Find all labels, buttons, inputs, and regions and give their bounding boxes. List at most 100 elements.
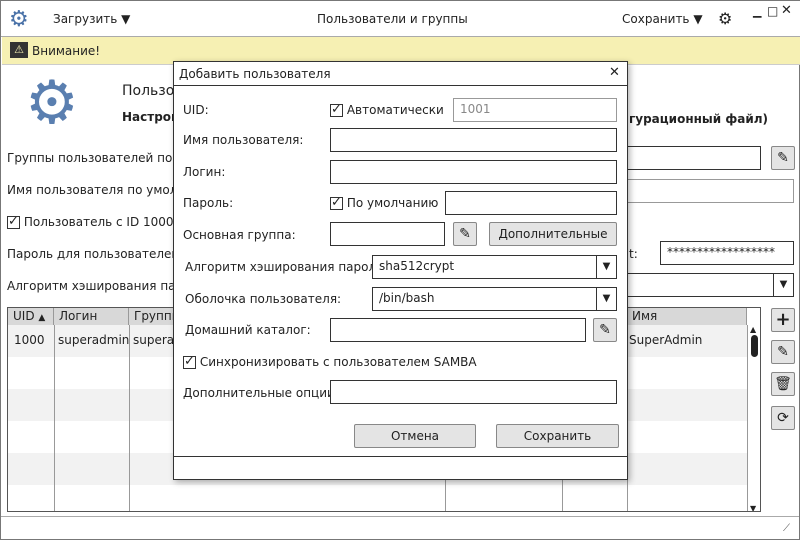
hash-algorithm-label: Алгоритм хэширования парол xyxy=(7,279,199,293)
warning-text: Внимание! xyxy=(32,44,101,58)
chevron-down-icon: ▼ xyxy=(596,256,616,278)
chevron-down-icon: ▼ xyxy=(596,288,616,310)
shell-value: /bin/bash xyxy=(379,291,435,305)
samba-sync-checkbox[interactable]: ✓ Синхронизировать с пользователем SAMBA xyxy=(183,355,477,369)
dialog-status-divider xyxy=(174,456,627,457)
edit-group-button[interactable]: ✎ xyxy=(453,222,477,246)
checkbox-checked-icon: ✓ xyxy=(183,354,196,369)
users-gears-icon: ⚙ xyxy=(25,68,79,138)
warning-icon: ⚠ xyxy=(10,42,28,58)
login-input[interactable] xyxy=(330,160,617,184)
default-groups-label: Группы пользователей по ум xyxy=(7,151,193,165)
close-icon[interactable]: ✕ xyxy=(781,3,792,18)
edit-user-button[interactable]: ✎ xyxy=(771,340,795,364)
chevron-down-icon: ▼ xyxy=(693,12,703,26)
column-divider xyxy=(129,325,130,511)
settings-gear-icon[interactable]: ⚙ xyxy=(718,9,732,28)
uid-header-text: UID xyxy=(13,309,35,323)
refresh-button[interactable]: ⟳ xyxy=(771,406,795,430)
shell-label: Оболочка пользователя: xyxy=(185,292,342,306)
column-divider xyxy=(54,325,55,511)
page-subtitle-tail: гурационный файл) xyxy=(629,112,769,126)
plus-icon: + xyxy=(775,309,791,330)
window-title: Пользователи и группы xyxy=(317,12,468,26)
fullname-input[interactable] xyxy=(330,128,617,152)
sort-asc-icon: ▲ xyxy=(38,313,46,323)
primary-group-input[interactable] xyxy=(330,222,445,246)
samba-sync-label: Синхронизировать с пользователем SAMBA xyxy=(199,355,477,369)
edit-groups-button[interactable]: ✎ xyxy=(771,146,795,170)
uid-label: UID: xyxy=(183,103,209,117)
hash-select[interactable]: sha512crypt ▼ xyxy=(372,255,617,279)
resize-grip-icon[interactable]: ⟋ xyxy=(783,523,790,534)
save-menu-button[interactable]: Сохранить ▼ xyxy=(622,12,703,26)
edit-icon: ✎ xyxy=(777,150,789,166)
options-input[interactable] xyxy=(330,380,617,404)
checkbox-checked-icon: ✓ xyxy=(330,102,343,117)
maximize-icon[interactable]: □ xyxy=(767,4,778,18)
primary-group-label: Основная группа: xyxy=(183,228,296,242)
page-title: Пользо xyxy=(122,83,175,99)
toolbar: ⚙ Загрузить ▼ Пользователи и группы Сохр… xyxy=(1,1,800,37)
column-header-uid[interactable]: UID ▲ xyxy=(8,308,54,325)
table-scrollbar[interactable]: ▲ ▼ xyxy=(747,325,760,511)
options-label: Дополнительные опции: xyxy=(183,386,339,400)
default-password-label: Пароль для пользователей п xyxy=(7,247,191,261)
dialog-titlebar: Добавить пользователя ✕ xyxy=(174,62,627,86)
scroll-thumb[interactable] xyxy=(751,335,758,357)
checkbox-checked-icon: ✓ xyxy=(7,214,20,229)
default-password-input[interactable]: ****************** xyxy=(660,241,794,265)
hash-label: Алгоритм хэширования пароля: xyxy=(185,260,388,274)
trash-icon: 🗑 xyxy=(774,376,792,392)
dialog-close-icon[interactable]: ✕ xyxy=(609,65,620,80)
login-label: Логин: xyxy=(183,165,226,179)
scroll-up-icon[interactable]: ▲ xyxy=(750,325,756,334)
default-username-input[interactable] xyxy=(601,179,794,203)
default-password-checkbox[interactable]: ✓ По умолчанию xyxy=(330,196,438,210)
cell-uid: 1000 xyxy=(14,333,45,347)
refresh-icon: ⟳ xyxy=(777,410,789,426)
scroll-down-icon[interactable]: ▼ xyxy=(750,504,756,511)
password-suffix: t: xyxy=(629,247,638,261)
status-bar-divider xyxy=(1,516,799,517)
uid-input[interactable]: 1001 xyxy=(453,98,617,122)
delete-user-button[interactable]: 🗑 xyxy=(771,372,795,396)
checkbox-checked-icon: ✓ xyxy=(330,195,343,210)
default-username-label: Имя пользователя по умолча xyxy=(7,183,192,197)
password-input[interactable] xyxy=(445,191,617,215)
password-label: Пароль: xyxy=(183,196,234,210)
default-password-label: По умолчанию xyxy=(346,196,439,210)
home-input[interactable] xyxy=(330,318,586,342)
hash-value: sha512crypt xyxy=(379,259,455,273)
hash-algorithm-select[interactable]: ▼ xyxy=(601,273,794,297)
dialog-save-button[interactable]: Сохранить xyxy=(496,424,619,448)
edit-icon: ✎ xyxy=(777,344,789,360)
chevron-down-icon: ▼ xyxy=(773,274,793,296)
column-header-login[interactable]: Логин xyxy=(54,308,129,325)
load-label: Загрузить xyxy=(53,12,118,26)
additional-groups-button[interactable]: Дополнительные xyxy=(489,222,617,246)
auto-uid-checkbox[interactable]: ✓ Автоматически xyxy=(330,103,444,117)
page-subtitle: Настрой xyxy=(122,110,180,124)
load-menu-button[interactable]: Загрузить ▼ xyxy=(53,12,130,26)
app-gears-icon: ⚙ xyxy=(9,7,29,32)
column-header-name[interactable]: Имя пользователя xyxy=(627,308,747,340)
uid1000-checkbox[interactable]: ✓ Пользователь с ID 1000 : xyxy=(7,215,181,229)
edit-home-button[interactable]: ✎ xyxy=(593,318,617,342)
edit-icon: ✎ xyxy=(459,226,471,242)
dialog-title: Добавить пользователя xyxy=(179,67,331,81)
fullname-label: Имя пользователя: xyxy=(183,133,304,147)
cell-login: superadmin xyxy=(58,333,130,347)
minimize-icon[interactable]: ▁ xyxy=(753,5,761,18)
auto-uid-label: Автоматически xyxy=(346,103,444,117)
add-user-dialog: Добавить пользователя ✕ UID: ✓ Автоматич… xyxy=(173,61,628,480)
shell-select[interactable]: /bin/bash ▼ xyxy=(372,287,617,311)
edit-icon: ✎ xyxy=(599,322,611,338)
cell-name: SuperAdmin xyxy=(629,333,703,347)
uid1000-label: Пользователь с ID 1000 : xyxy=(23,215,182,229)
chevron-down-icon: ▼ xyxy=(121,12,131,26)
save-label: Сохранить xyxy=(622,12,690,26)
home-label: Домашний каталог: xyxy=(185,323,311,337)
add-user-button[interactable]: + xyxy=(771,308,795,332)
cancel-button[interactable]: Отмена xyxy=(354,424,476,448)
